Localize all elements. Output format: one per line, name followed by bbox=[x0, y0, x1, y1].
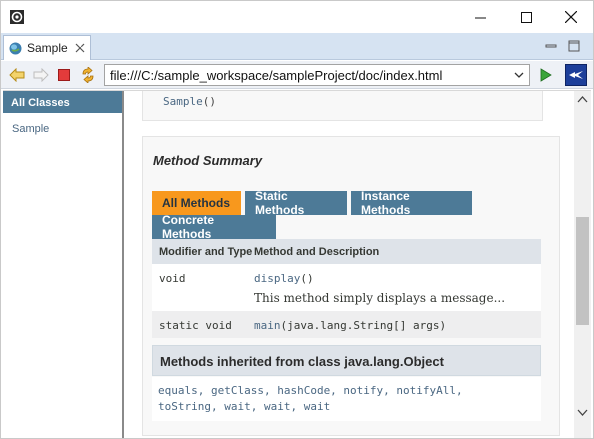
app-icon bbox=[10, 10, 24, 24]
close-window-button[interactable] bbox=[548, 1, 594, 33]
scroll-down-icon[interactable] bbox=[577, 407, 588, 417]
minimize-window-button[interactable] bbox=[457, 1, 503, 33]
class-link-sample[interactable]: Sample bbox=[12, 123, 49, 135]
method-args: (java.lang.String[] args) bbox=[280, 319, 447, 332]
modifier-cell: static void bbox=[159, 319, 232, 332]
eclipse-browser-button[interactable] bbox=[565, 64, 587, 86]
inherited-methods-list: equals, getClass, hashCode, notify, noti… bbox=[152, 377, 541, 421]
table-row: static void main(java.lang.String[] args… bbox=[152, 311, 541, 338]
tab-all-methods[interactable]: All Methods bbox=[152, 191, 241, 215]
refresh-button[interactable] bbox=[79, 66, 97, 84]
maximize-icon bbox=[520, 11, 532, 23]
tab-concrete-methods[interactable]: Concrete Methods bbox=[152, 213, 276, 241]
url-bar[interactable] bbox=[104, 64, 530, 86]
table-header: Modifier and Type Method and Description bbox=[152, 239, 541, 264]
maximize-window-button[interactable] bbox=[503, 1, 549, 33]
modifier-cell: void bbox=[159, 272, 186, 285]
play-icon bbox=[540, 68, 552, 82]
method-cell: display() This method simply displays a … bbox=[254, 264, 541, 311]
constructor-name[interactable]: Sample bbox=[163, 95, 203, 108]
go-button[interactable] bbox=[536, 66, 554, 84]
constructor-link[interactable]: Sample() bbox=[163, 95, 216, 108]
close-tab-icon[interactable] bbox=[75, 43, 85, 53]
tab-instance-methods[interactable]: Instance Methods bbox=[351, 189, 472, 217]
method-description: This method simply displays a message... bbox=[254, 291, 506, 305]
stop-button[interactable] bbox=[55, 66, 73, 84]
tab-static-methods[interactable]: Static Methods bbox=[245, 189, 347, 217]
back-button[interactable] bbox=[8, 66, 26, 84]
maximize-view-icon[interactable] bbox=[568, 40, 580, 52]
browser-content: All Classes Sample Sample() Method Summa… bbox=[3, 90, 591, 438]
back-arrow-icon bbox=[9, 68, 25, 82]
editor-tab-bar: Sample bbox=[1, 33, 593, 60]
all-classes-header: All Classes bbox=[3, 91, 122, 113]
forward-arrow-icon bbox=[33, 68, 49, 82]
browser-toolbar bbox=[1, 61, 593, 89]
chevron-down-icon[interactable] bbox=[513, 69, 525, 81]
method-summary-title: Method Summary bbox=[153, 153, 263, 168]
vertical-scrollbar[interactable] bbox=[574, 91, 591, 438]
class-detail-frame: Sample() Method Summary All Methods Stat… bbox=[126, 91, 574, 438]
scrollbar-thumb[interactable] bbox=[576, 217, 589, 325]
stop-icon bbox=[58, 69, 70, 81]
constructor-parens: () bbox=[202, 95, 216, 108]
tab-label: Sample bbox=[27, 41, 68, 55]
close-icon bbox=[565, 11, 577, 23]
minimize-icon bbox=[474, 17, 486, 18]
method-args: () bbox=[300, 272, 314, 285]
method-link-main[interactable]: main bbox=[254, 319, 281, 332]
method-summary-section: Method Summary All Methods Static Method… bbox=[142, 136, 560, 436]
inherited-methods-header: Methods inherited from class java.lang.O… bbox=[152, 345, 541, 376]
method-cell: main(java.lang.String[] args) bbox=[254, 311, 541, 338]
browser-window: Sample file:///C:/sample_workspace/sampl… bbox=[0, 0, 594, 439]
refresh-icon bbox=[82, 67, 94, 83]
class-list-frame: All Classes Sample bbox=[3, 91, 124, 438]
forward-button[interactable] bbox=[32, 66, 50, 84]
table-row: void display() This method simply displa… bbox=[152, 264, 541, 311]
title-bar bbox=[1, 1, 593, 33]
column-header-method: Method and Description bbox=[254, 245, 380, 258]
constructor-summary: Sample() bbox=[142, 91, 543, 121]
method-table: Modifier and Type Method and Description… bbox=[152, 239, 541, 338]
eclipse-icon bbox=[569, 71, 583, 79]
tab-sample[interactable]: Sample bbox=[3, 35, 91, 60]
column-header-modifier: Modifier and Type bbox=[159, 245, 253, 258]
url-input[interactable] bbox=[110, 67, 505, 83]
scroll-up-icon[interactable] bbox=[577, 95, 588, 105]
method-link-display[interactable]: display bbox=[254, 272, 300, 285]
inherited-methods-line-2[interactable]: toString, wait, wait, wait bbox=[158, 399, 541, 415]
inherited-methods-line-1[interactable]: equals, getClass, hashCode, notify, noti… bbox=[158, 383, 541, 399]
minimize-view-icon[interactable] bbox=[545, 40, 557, 52]
globe-icon bbox=[9, 42, 22, 54]
